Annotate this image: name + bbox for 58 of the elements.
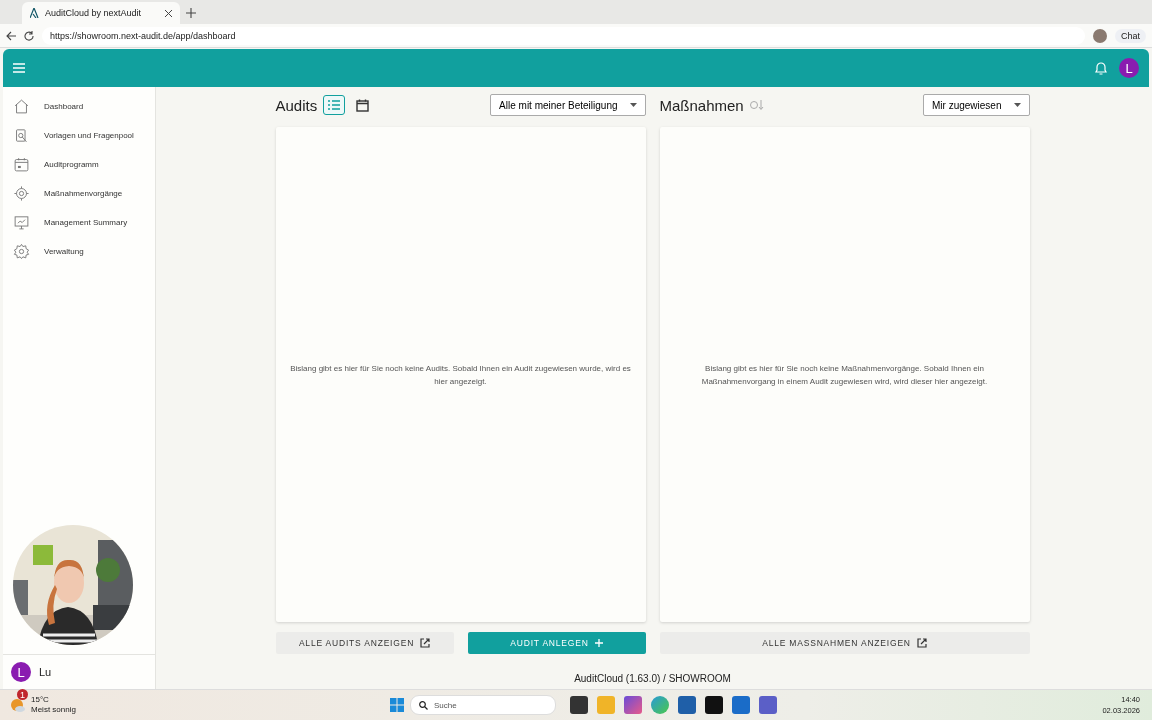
- plus-icon: [594, 639, 603, 647]
- reload-icon[interactable]: [24, 30, 34, 41]
- panel-title: Maßnahmen: [659, 96, 744, 114]
- filter-dropdown[interactable]: Alle mit meiner Beteiligung: [490, 94, 646, 116]
- new-tab-icon[interactable]: [186, 8, 196, 18]
- browser-icon[interactable]: [651, 696, 669, 714]
- user-avatar[interactable]: L: [11, 662, 31, 682]
- search-field[interactable]: Suche: [410, 695, 556, 715]
- monitor-icon: [13, 214, 30, 231]
- sidebar-item[interactable]: Dashboard: [3, 92, 155, 121]
- app-icon[interactable]: [705, 696, 723, 714]
- external-link-icon: [916, 638, 927, 648]
- caret-icon: [1013, 103, 1021, 107]
- address-bar[interactable]: https://showroom.next-audit.de/app/dashboard: [42, 26, 1085, 45]
- weather-icon: [10, 697, 26, 713]
- home-icon: [13, 98, 30, 115]
- menu-icon[interactable]: [13, 63, 25, 73]
- caret-icon: [629, 103, 637, 107]
- chat-icon[interactable]: [759, 696, 777, 714]
- clipboard-icon: [13, 127, 30, 144]
- sidebar-item[interactable]: Verwaltung: [3, 237, 155, 266]
- empty-message: Bislang gibt es hier für Sie noch keine Maßnahmenvorgänge. Sobald Ihnen ein Maßnahmenvorgang in einem Audit zugewiesen wird, wird dieser hier angezeigt.: [700, 362, 989, 388]
- sidebar-item[interactable]: Maßnahmenvorgänge: [3, 179, 155, 208]
- sidebar-item[interactable]: Management Summary: [3, 208, 155, 237]
- back-icon[interactable]: [6, 30, 16, 41]
- show-all-button[interactable]: ALLE MASSNAHMEN ANZEIGEN: [659, 632, 1030, 654]
- target-icon: [13, 185, 30, 202]
- user-name: Lu: [39, 666, 52, 678]
- app-icon[interactable]: [624, 696, 642, 714]
- external-link-icon: [420, 638, 431, 648]
- version-label: AuditCloud (1.63.0) / SHOWROOM: [574, 673, 731, 684]
- settings-icon: [13, 243, 30, 260]
- weather-text: Meist sonnig: [31, 705, 76, 715]
- logo-icon: [30, 8, 39, 18]
- browser-tab[interactable]: AuditCloud by nextAudit: [22, 2, 180, 24]
- calendar-icon: [355, 98, 369, 112]
- calendar-icon: [13, 156, 30, 173]
- sidebar-item[interactable]: Auditprogramm: [3, 150, 155, 179]
- sidebar-item[interactable]: Vorlagen und Fragenpool: [3, 121, 155, 150]
- search-icon: [419, 700, 428, 710]
- user-avatar[interactable]: L: [1119, 58, 1139, 78]
- panel-title: Audits: [275, 96, 318, 114]
- empty-message: Bislang gibt es hier für Sie noch keine Audits. Sobald Ihnen ein Audit zugewiesen wurde, wird es hier angezeigt.: [289, 362, 632, 388]
- list-view-button[interactable]: [323, 95, 346, 115]
- filter-dropdown[interactable]: Mir zugewiesen: [923, 94, 1030, 116]
- start-icon[interactable]: [390, 698, 404, 712]
- chat-button[interactable]: Chat: [1115, 28, 1146, 43]
- temperature: 15°C: [31, 695, 50, 705]
- profile-icon[interactable]: [1093, 28, 1107, 43]
- show-all-button[interactable]: ALLE AUDITS ANZEIGEN: [275, 632, 454, 654]
- list-icon: [328, 100, 341, 110]
- notification-badge: 1: [17, 689, 28, 700]
- store-icon[interactable]: [678, 696, 696, 714]
- sort-icon[interactable]: [749, 100, 764, 110]
- task-view-icon[interactable]: [570, 696, 588, 714]
- mail-icon[interactable]: [732, 696, 750, 714]
- bell-icon[interactable]: [1093, 60, 1109, 76]
- close-icon[interactable]: [165, 9, 172, 17]
